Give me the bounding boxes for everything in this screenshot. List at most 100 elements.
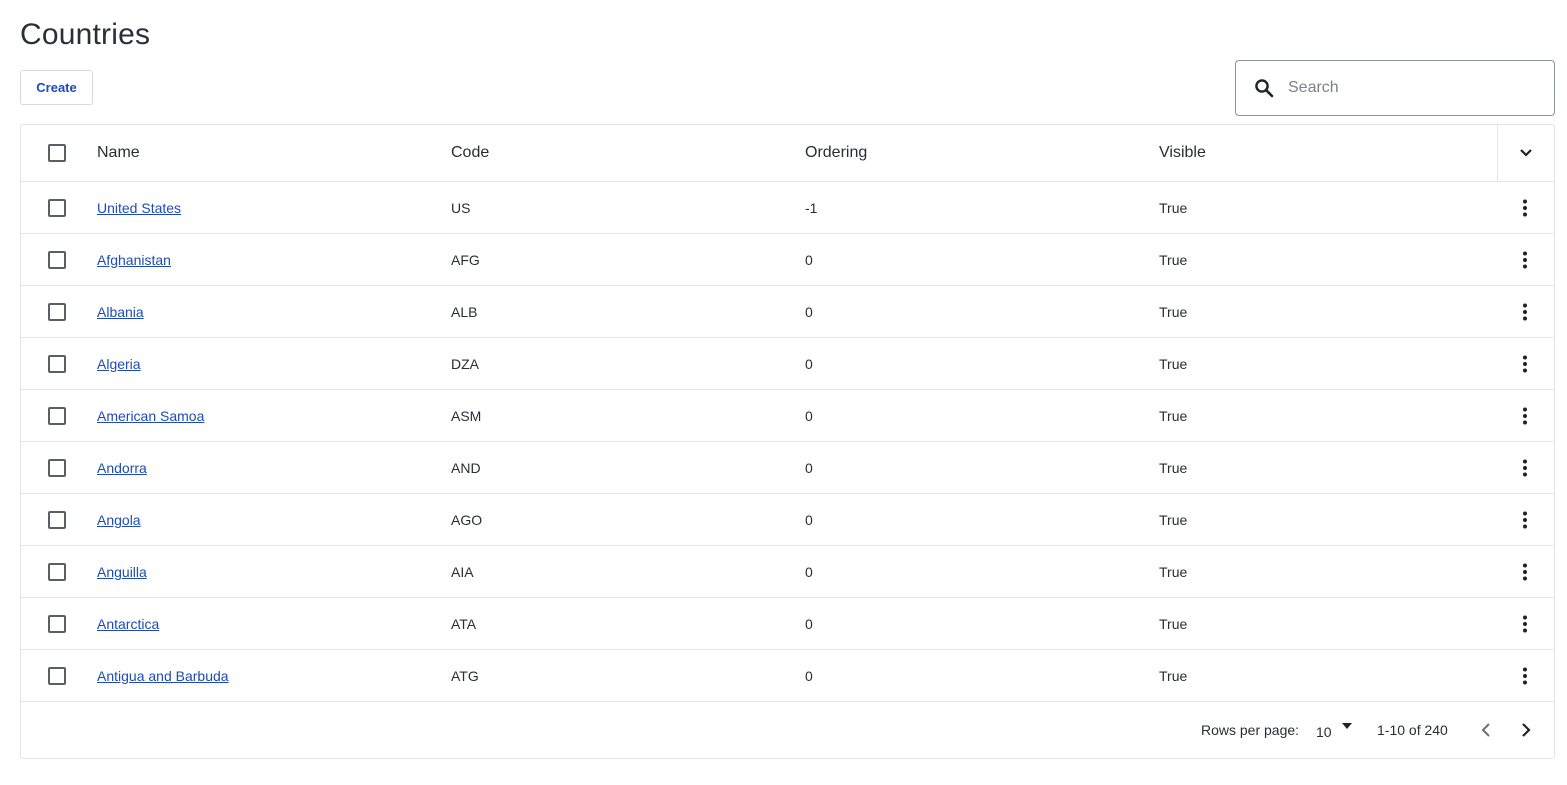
column-header-name[interactable]: Name: [97, 125, 140, 181]
create-button[interactable]: Create: [20, 70, 93, 105]
column-toggle-button[interactable]: [1497, 125, 1554, 181]
row-checkbox[interactable]: [48, 250, 66, 269]
pagination: Rows per page: 10 1-10 of 240: [21, 702, 1554, 758]
country-name-link[interactable]: Angola: [97, 512, 141, 528]
name-cell: United States: [97, 182, 181, 233]
rows-per-page-label: Rows per page:: [1201, 722, 1300, 738]
ordering-cell: 0: [805, 494, 813, 545]
row-menu-button[interactable]: [1513, 390, 1537, 441]
country-name-link[interactable]: Albania: [97, 304, 144, 320]
country-ordering: -1: [805, 199, 818, 216]
ordering-cell: 0: [805, 338, 813, 389]
more-vertical-icon: [1523, 511, 1527, 528]
row-checkbox[interactable]: [48, 666, 66, 685]
column-header-code[interactable]: Code: [451, 125, 489, 181]
country-visible: True: [1159, 303, 1188, 320]
more-vertical-icon: [1523, 667, 1527, 684]
table-row: Algeria DZA 0 True: [21, 338, 1554, 390]
table-header-row: Name Code Ordering Visible: [21, 125, 1554, 182]
country-code: US: [451, 199, 471, 216]
next-page-button[interactable]: [1516, 720, 1536, 740]
country-visible: True: [1159, 407, 1188, 424]
row-select-cell: [48, 494, 66, 545]
country-name-link[interactable]: Afghanistan: [97, 252, 171, 268]
code-cell: ASM: [451, 390, 481, 441]
row-checkbox[interactable]: [48, 406, 66, 425]
row-checkbox[interactable]: [48, 510, 66, 529]
row-menu-button[interactable]: [1513, 286, 1537, 337]
country-ordering: 0: [805, 615, 813, 632]
column-header-ordering[interactable]: Ordering: [805, 125, 867, 181]
table-row: Andorra AND 0 True: [21, 442, 1554, 494]
visible-cell: True: [1159, 494, 1187, 545]
row-menu-button[interactable]: [1513, 650, 1537, 701]
visible-cell: True: [1159, 286, 1187, 337]
country-visible: True: [1159, 615, 1188, 632]
row-select-cell: [48, 390, 66, 441]
row-menu-button[interactable]: [1513, 598, 1537, 649]
search-box[interactable]: [1235, 60, 1555, 116]
page-title: Countries: [20, 18, 151, 51]
country-name-link[interactable]: Anguilla: [97, 564, 147, 580]
countries-table: Name Code Ordering Visible United States…: [20, 124, 1555, 759]
row-checkbox[interactable]: [48, 354, 66, 373]
ordering-cell: -1: [805, 182, 817, 233]
rows-per-page-select[interactable]: 10: [1316, 721, 1352, 740]
row-select-cell: [48, 650, 66, 701]
country-name-link[interactable]: Andorra: [97, 460, 147, 476]
country-name-link[interactable]: United States: [97, 200, 181, 216]
row-select-cell: [48, 182, 66, 233]
caret-down-icon: [1341, 723, 1352, 729]
chevron-down-icon: [1520, 149, 1532, 157]
row-menu-button[interactable]: [1513, 494, 1537, 545]
code-cell: ATA: [451, 598, 476, 649]
code-cell: ALB: [451, 286, 477, 337]
ordering-cell: 0: [805, 234, 813, 285]
country-code: ATA: [451, 615, 477, 632]
more-vertical-icon: [1523, 615, 1527, 632]
row-checkbox[interactable]: [48, 302, 66, 321]
row-checkbox[interactable]: [48, 458, 66, 477]
visible-cell: True: [1159, 182, 1187, 233]
ordering-cell: 0: [805, 390, 813, 441]
chevron-left-icon: [1481, 723, 1490, 737]
code-cell: US: [451, 182, 470, 233]
row-checkbox[interactable]: [48, 198, 66, 217]
column-header-visible[interactable]: Visible: [1159, 125, 1206, 181]
code-cell: DZA: [451, 338, 479, 389]
select-all-checkbox[interactable]: [48, 144, 66, 162]
previous-page-button[interactable]: [1476, 720, 1496, 740]
row-menu-button[interactable]: [1513, 442, 1537, 493]
country-ordering: 0: [805, 667, 813, 684]
country-name-link[interactable]: Algeria: [97, 356, 141, 372]
row-menu-button[interactable]: [1513, 338, 1537, 389]
country-name-link[interactable]: Antarctica: [97, 616, 159, 632]
country-ordering: 0: [805, 511, 813, 528]
more-vertical-icon: [1523, 563, 1527, 580]
table-row: Albania ALB 0 True: [21, 286, 1554, 338]
row-checkbox[interactable]: [48, 614, 66, 633]
pagination-range: 1-10 of 240: [1377, 722, 1448, 738]
name-cell: Albania: [97, 286, 144, 337]
ordering-cell: 0: [805, 442, 813, 493]
row-menu-button[interactable]: [1513, 182, 1537, 233]
chevron-right-icon: [1522, 723, 1531, 737]
country-ordering: 0: [805, 563, 813, 580]
visible-cell: True: [1159, 442, 1187, 493]
country-ordering: 0: [805, 355, 813, 372]
row-checkbox[interactable]: [48, 562, 66, 581]
table-row: Afghanistan AFG 0 True: [21, 234, 1554, 286]
country-name-link[interactable]: Antigua and Barbuda: [97, 668, 229, 684]
code-cell: AIA: [451, 546, 474, 597]
country-code: AND: [451, 459, 481, 476]
row-menu-button[interactable]: [1513, 546, 1537, 597]
search-input[interactable]: [1288, 79, 1528, 97]
row-menu-button[interactable]: [1513, 234, 1537, 285]
country-name-link[interactable]: American Samoa: [97, 408, 204, 424]
country-ordering: 0: [805, 459, 813, 476]
ordering-cell: 0: [805, 546, 813, 597]
country-visible: True: [1159, 199, 1188, 216]
more-vertical-icon: [1523, 459, 1527, 476]
table-row: Angola AGO 0 True: [21, 494, 1554, 546]
country-code: ATG: [451, 667, 479, 684]
